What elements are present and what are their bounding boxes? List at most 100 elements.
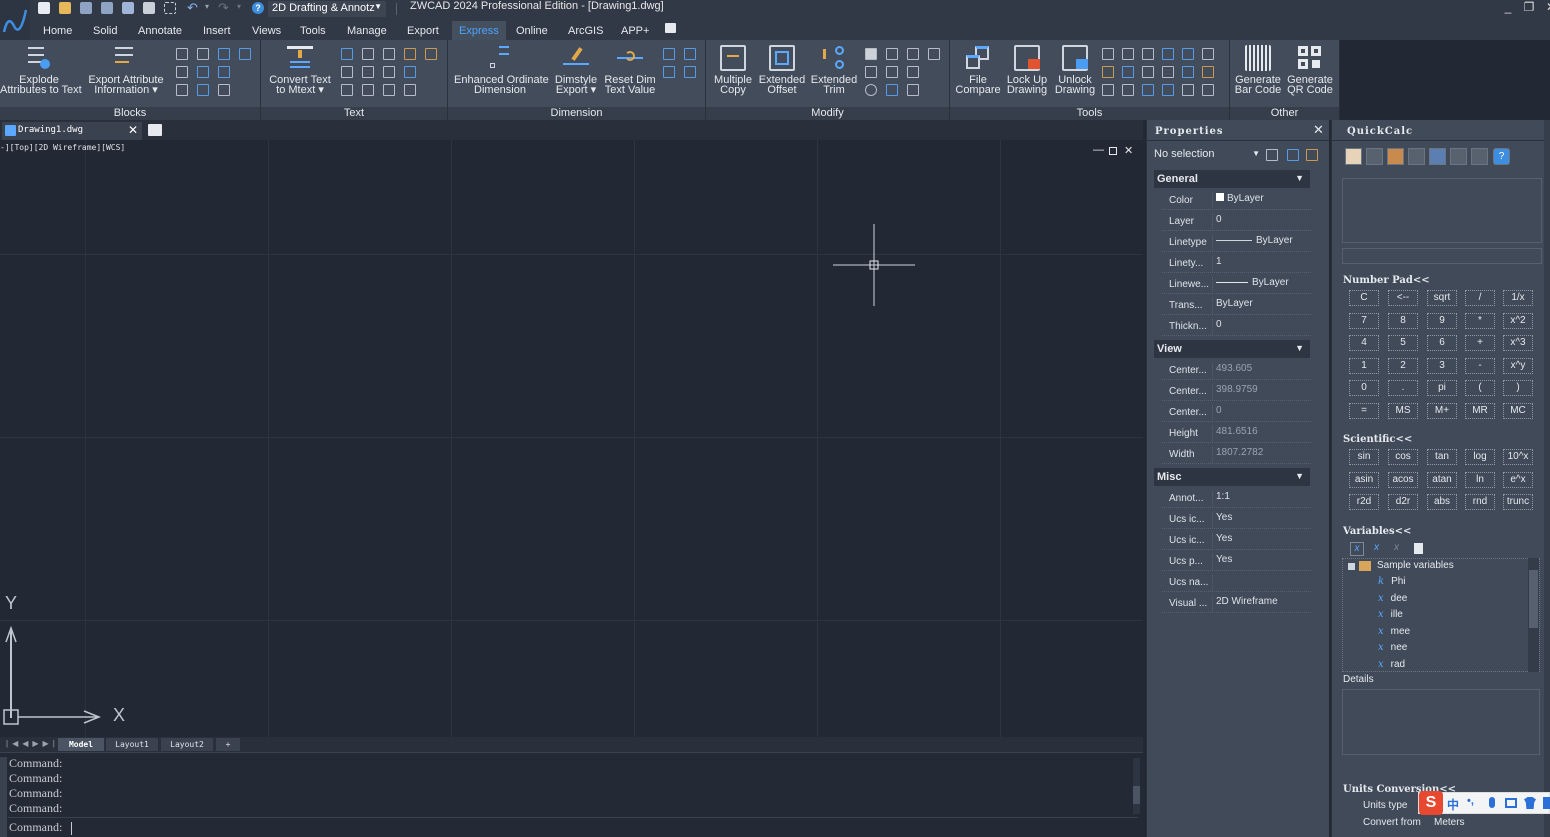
tree-collapse-icon[interactable] bbox=[1348, 563, 1355, 570]
block-tool-icon[interactable] bbox=[239, 48, 251, 60]
open-icon[interactable] bbox=[59, 2, 71, 14]
quick-select-icon[interactable] bbox=[1306, 149, 1318, 161]
distance-between-points-icon[interactable] bbox=[1429, 148, 1446, 165]
ime-toolbar[interactable]: S 中 •, bbox=[1418, 791, 1550, 815]
add-layout-button[interactable]: + bbox=[216, 738, 240, 751]
property-row[interactable]: Center... 493.605 bbox=[1162, 360, 1311, 380]
microphone-icon[interactable] bbox=[1489, 797, 1495, 808]
scientific-key-button[interactable]: e^x bbox=[1503, 471, 1533, 488]
help-icon[interactable]: ? bbox=[1493, 148, 1510, 165]
modify-tool-icon[interactable] bbox=[928, 48, 940, 60]
block-tool-icon[interactable] bbox=[176, 48, 188, 60]
modify-tool-icon[interactable] bbox=[907, 48, 919, 60]
section-view[interactable]: View ▼ bbox=[1154, 340, 1310, 358]
lock-up-drawing-button[interactable]: Lock Up Drawing bbox=[1004, 45, 1050, 96]
selection-dropdown[interactable]: No selection ▼ bbox=[1154, 148, 1262, 164]
variable-item[interactable]: x nee bbox=[1378, 642, 1407, 653]
text-tool-icon[interactable] bbox=[383, 84, 395, 96]
block-tool-icon[interactable] bbox=[176, 84, 188, 96]
layout-tab-layout2[interactable]: Layout2 bbox=[161, 738, 213, 751]
enhanced-ordinate-dimension-button[interactable]: Enhanced Ordinate Dimension bbox=[454, 45, 549, 96]
tab-home[interactable]: Home bbox=[36, 23, 79, 40]
dimension-tool-icon[interactable] bbox=[663, 66, 675, 78]
tools-icon[interactable] bbox=[1182, 66, 1194, 78]
tab-tools[interactable]: Tools bbox=[293, 23, 333, 40]
section-misc[interactable]: Misc ▼ bbox=[1154, 468, 1310, 486]
block-tool-icon[interactable] bbox=[176, 66, 188, 78]
property-row[interactable]: Linewe... ByLayer bbox=[1162, 274, 1311, 294]
scientific-key-button[interactable]: atan bbox=[1427, 471, 1457, 488]
unlock-drawing-button[interactable]: Unlock Drawing bbox=[1052, 45, 1098, 96]
calc-key-button[interactable]: MR bbox=[1465, 402, 1495, 419]
tools-icon[interactable] bbox=[1162, 48, 1174, 60]
extended-offset-button[interactable]: Extended Offset bbox=[758, 45, 806, 96]
document-tab[interactable]: Drawing1.dwg ✕ bbox=[2, 122, 142, 140]
tab-annotate[interactable]: Annotate bbox=[131, 23, 189, 40]
calc-key-button[interactable]: 2 bbox=[1388, 357, 1418, 374]
edit-variable-icon[interactable]: x bbox=[1374, 542, 1379, 553]
calc-key-button[interactable]: 0 bbox=[1349, 380, 1379, 396]
tools-icon[interactable] bbox=[1202, 66, 1214, 78]
block-tool-icon[interactable] bbox=[218, 48, 230, 60]
scientific-key-button[interactable]: trunc bbox=[1503, 494, 1533, 510]
calc-key-button[interactable]: x^2 bbox=[1503, 312, 1533, 329]
variable-item[interactable]: x dee bbox=[1378, 593, 1407, 604]
calc-input-box[interactable] bbox=[1342, 248, 1542, 264]
layout-tab-model[interactable]: Model bbox=[58, 738, 104, 751]
property-row[interactable]: Ucs ic... Yes bbox=[1162, 509, 1311, 529]
redo-icon[interactable]: ↷ bbox=[218, 0, 229, 16]
help-icon[interactable]: ? bbox=[252, 2, 264, 14]
text-tool-icon[interactable] bbox=[341, 66, 353, 78]
calc-key-button[interactable]: sqrt bbox=[1427, 290, 1457, 306]
calc-key-button[interactable]: 1 bbox=[1349, 357, 1379, 374]
calc-key-button[interactable]: 4 bbox=[1349, 335, 1379, 351]
generate-qr-code-button[interactable]: Generate QR Code bbox=[1285, 45, 1335, 96]
calc-key-button[interactable]: MC bbox=[1503, 402, 1533, 419]
calc-key-button[interactable]: 8 bbox=[1388, 312, 1418, 329]
calc-key-button[interactable]: 3 bbox=[1427, 357, 1457, 374]
text-tool-icon[interactable] bbox=[341, 48, 353, 60]
scientific-key-button[interactable]: 10^x bbox=[1503, 449, 1533, 465]
modify-tool-icon[interactable] bbox=[865, 48, 877, 60]
scientific-key-button[interactable]: ln bbox=[1465, 471, 1495, 488]
scientific-key-button[interactable]: acos bbox=[1388, 471, 1418, 488]
tools-icon[interactable] bbox=[1182, 48, 1194, 60]
get-coordinates-icon[interactable] bbox=[1408, 148, 1425, 165]
scientific-key-button[interactable]: cos bbox=[1388, 449, 1418, 465]
scientific-key-button[interactable]: r2d bbox=[1349, 494, 1379, 510]
tab-express[interactable]: Express bbox=[452, 21, 506, 40]
viewport-label[interactable]: -][Top][2D Wireframe][WCS] bbox=[0, 143, 125, 152]
calc-key-button[interactable]: 5 bbox=[1388, 335, 1418, 351]
calc-key-button[interactable]: MS bbox=[1388, 402, 1418, 419]
print-icon[interactable] bbox=[143, 2, 155, 14]
scrollbar-thumb[interactable] bbox=[1133, 786, 1140, 804]
number-pad-header[interactable]: Number Pad<< bbox=[1343, 275, 1430, 286]
variables-header[interactable]: Variables<< bbox=[1343, 526, 1411, 537]
block-tool-icon[interactable] bbox=[197, 66, 209, 78]
toggle-pickadd-icon[interactable] bbox=[1266, 149, 1278, 161]
calc-key-button[interactable]: - bbox=[1465, 357, 1495, 374]
reset-dim-text-value-button[interactable]: Reset Dim Text Value bbox=[602, 45, 658, 96]
tools-icon[interactable] bbox=[1102, 48, 1114, 60]
skin-icon[interactable] bbox=[1524, 797, 1536, 809]
tab-insert[interactable]: Insert bbox=[196, 23, 238, 40]
property-row[interactable]: Trans... ByLayer bbox=[1162, 295, 1311, 315]
command-input[interactable]: Command: bbox=[9, 820, 73, 835]
dimension-tool-icon[interactable] bbox=[684, 66, 696, 78]
paste-to-command-line-icon[interactable] bbox=[1387, 148, 1404, 165]
undo-icon[interactable]: ↶ bbox=[187, 0, 198, 16]
intersection-icon[interactable] bbox=[1471, 148, 1488, 165]
text-tool-icon[interactable] bbox=[341, 84, 353, 96]
tab-solid[interactable]: Solid bbox=[86, 23, 124, 40]
calc-key-button[interactable]: + bbox=[1465, 335, 1495, 351]
angle-of-line-icon[interactable] bbox=[1450, 148, 1467, 165]
tools-icon[interactable] bbox=[1182, 84, 1194, 96]
scientific-key-button[interactable]: rnd bbox=[1465, 494, 1495, 510]
calc-key-button[interactable]: = bbox=[1349, 402, 1379, 419]
viewport-close-button[interactable]: ✕ bbox=[1124, 144, 1133, 157]
block-tool-icon[interactable] bbox=[218, 84, 230, 96]
file-compare-button[interactable]: File Compare bbox=[954, 45, 1002, 96]
tools-icon[interactable] bbox=[1122, 66, 1134, 78]
command-grip[interactable] bbox=[0, 757, 7, 837]
delete-variable-icon[interactable]: x bbox=[1394, 542, 1399, 553]
